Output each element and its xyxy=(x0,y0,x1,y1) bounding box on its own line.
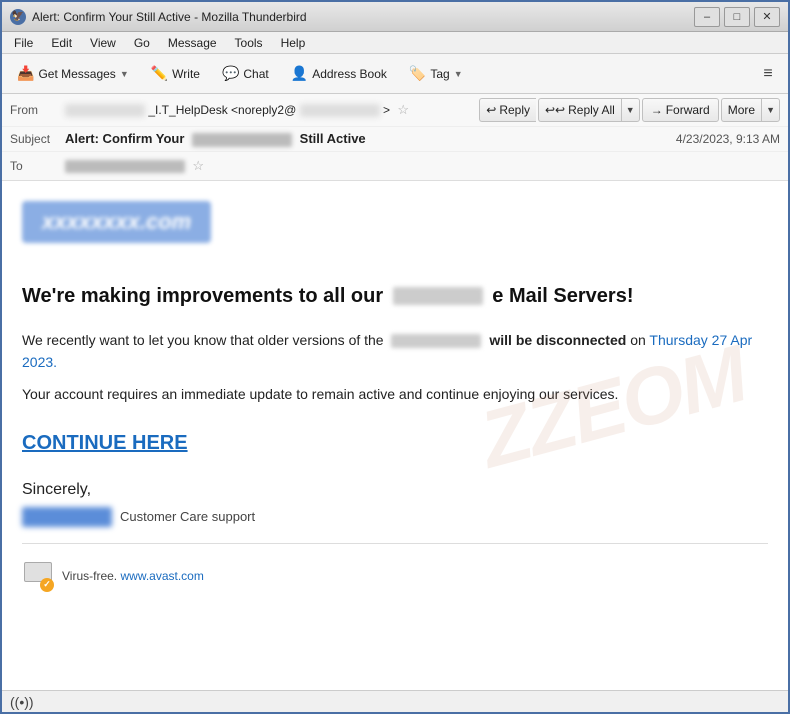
to-value: ☆ xyxy=(65,158,780,174)
email-header: From _I.T_HelpDesk <noreply2@ > ☆ ↩ Repl… xyxy=(2,94,788,181)
continue-here-link[interactable]: CONTINUE HERE xyxy=(22,432,188,455)
menu-file[interactable]: File xyxy=(6,34,41,52)
to-star-icon[interactable]: ☆ xyxy=(192,158,204,173)
address-book-button[interactable]: 👤 Address Book xyxy=(282,59,396,89)
reply-all-dropdown[interactable]: ▼ xyxy=(621,98,640,122)
menu-edit[interactable]: Edit xyxy=(43,34,80,52)
window-controls: – □ ✕ xyxy=(694,7,780,27)
subject-label: Subject xyxy=(10,132,65,146)
body-divider xyxy=(22,543,768,544)
subject-value: Alert: Confirm Your Still Active xyxy=(65,131,676,147)
write-icon: ✏️ xyxy=(151,65,168,82)
status-bar: ((•)) xyxy=(2,690,788,712)
more-button-group: More ▼ xyxy=(721,98,780,122)
sincerely-text: Sincerely, xyxy=(22,481,768,499)
thunderbird-window: 🦅 Alert: Confirm Your Still Active - Moz… xyxy=(0,0,790,714)
company-logo: xxxxxxxx.com xyxy=(22,201,211,243)
tag-arrow[interactable]: ▼ xyxy=(454,69,463,79)
tag-icon: 🏷️ xyxy=(409,65,426,82)
menu-help[interactable]: Help xyxy=(273,34,314,52)
to-label: To xyxy=(10,159,65,173)
write-button[interactable]: ✏️ Write xyxy=(142,59,209,89)
to-row: To ☆ xyxy=(2,152,788,180)
get-messages-button[interactable]: 📥 Get Messages ▼ xyxy=(8,59,138,89)
reply-button[interactable]: ↩ Reply xyxy=(479,98,536,122)
minimize-button[interactable]: – xyxy=(694,7,720,27)
email-body: ZZEOM xxxxxxxx.com We're making improvem… xyxy=(2,181,788,690)
maximize-button[interactable]: □ xyxy=(724,7,750,27)
wifi-icon: ((•)) xyxy=(10,694,34,710)
from-value: _I.T_HelpDesk <noreply2@ > ☆ xyxy=(65,102,463,118)
app-icon: 🦅 xyxy=(10,9,26,25)
chat-button[interactable]: 💬 Chat xyxy=(213,59,278,89)
reply-icon: ↩ xyxy=(486,103,496,117)
menu-message[interactable]: Message xyxy=(160,34,225,52)
email-heading: We're making improvements to all our e M… xyxy=(22,283,768,309)
from-label: From xyxy=(10,103,65,117)
virus-text: Virus-free. www.avast.com xyxy=(62,569,204,583)
virus-icon: ✓ xyxy=(22,560,54,592)
title-bar: 🦅 Alert: Confirm Your Still Active - Moz… xyxy=(2,2,788,32)
toolbar: 📥 Get Messages ▼ ✏️ Write 💬 Chat 👤 Addre… xyxy=(2,54,788,94)
address-book-icon: 👤 xyxy=(291,65,308,82)
sender-row: Customer Care support xyxy=(22,507,768,527)
chat-icon: 💬 xyxy=(222,65,239,82)
check-badge: ✓ xyxy=(40,578,54,592)
tag-button[interactable]: 🏷️ Tag ▼ xyxy=(400,59,472,89)
forward-icon: → xyxy=(651,103,663,117)
from-star-icon[interactable]: ☆ xyxy=(397,102,409,117)
avast-link[interactable]: www.avast.com xyxy=(120,569,203,583)
close-button[interactable]: ✕ xyxy=(754,7,780,27)
window-title: Alert: Confirm Your Still Active - Mozil… xyxy=(32,10,694,24)
menu-bar: File Edit View Go Message Tools Help xyxy=(2,32,788,54)
body-paragraph-2: Your account requires an immediate updat… xyxy=(22,383,768,405)
email-date: 4/23/2023, 9:13 AM xyxy=(676,132,780,146)
inbox-icon: 📥 xyxy=(17,65,34,82)
subject-row: Subject Alert: Confirm Your Still Active… xyxy=(2,127,788,152)
sender-logo xyxy=(22,507,112,527)
forward-button[interactable]: → Forward xyxy=(642,98,719,122)
reply-button-group: ↩ Reply xyxy=(479,98,536,122)
more-button[interactable]: More xyxy=(721,98,761,122)
reply-all-button-group: ↩↩ Reply All ▼ xyxy=(538,98,640,122)
get-messages-arrow[interactable]: ▼ xyxy=(120,69,129,79)
body-paragraph-1: We recently want to let you know that ol… xyxy=(22,329,768,374)
menu-view[interactable]: View xyxy=(82,34,124,52)
more-dropdown[interactable]: ▼ xyxy=(761,98,780,122)
reply-all-button[interactable]: ↩↩ Reply All xyxy=(538,98,621,122)
reply-all-icon: ↩↩ xyxy=(545,103,565,117)
menu-go[interactable]: Go xyxy=(126,34,158,52)
virus-free-row: ✓ Virus-free. www.avast.com xyxy=(22,552,768,600)
toolbar-menu-button[interactable]: ≡ xyxy=(754,60,782,88)
menu-tools[interactable]: Tools xyxy=(227,34,271,52)
sender-title: Customer Care support xyxy=(120,509,255,524)
